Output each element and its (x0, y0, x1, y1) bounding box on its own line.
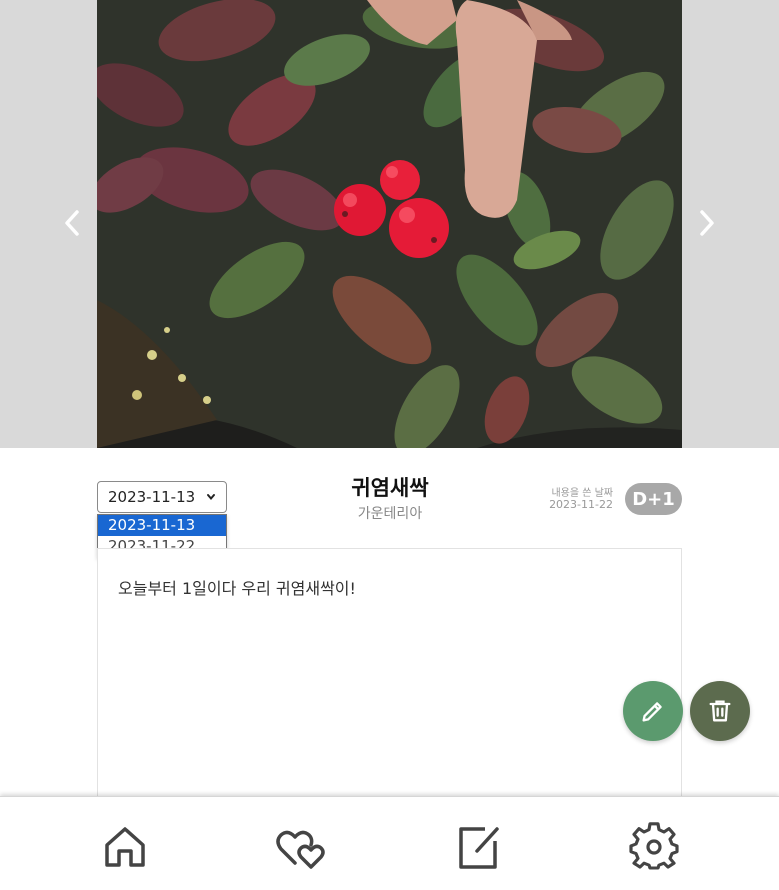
nav-home[interactable] (97, 819, 153, 875)
carousel-next-button[interactable] (692, 203, 722, 243)
hearts-icon (276, 830, 325, 869)
bottom-navigation (0, 796, 779, 890)
chevron-down-icon (207, 494, 215, 501)
diary-content-text: 오늘부터 1일이다 우리 귀염새싹이! (118, 579, 356, 598)
write-icon (459, 827, 499, 869)
date-option[interactable]: 2023-11-13 (98, 515, 226, 536)
photo-carousel (0, 0, 779, 448)
delete-button[interactable] (690, 681, 750, 741)
carousel-prev-button[interactable] (57, 203, 87, 243)
nav-write[interactable] (449, 819, 505, 875)
plant-nickname: 귀염새싹 (351, 476, 429, 500)
diary-content-card: 오늘부터 1일이다 우리 귀염새싹이! (97, 548, 682, 808)
nav-favorites[interactable] (273, 819, 329, 875)
chevron-right-icon (700, 210, 714, 236)
plant-species: 가운테리아 (357, 506, 423, 522)
plant-photo (97, 0, 682, 448)
written-date-label: 내용을 쓴 날짜 (551, 488, 613, 499)
edit-button[interactable] (623, 681, 683, 741)
trash-icon (709, 700, 731, 722)
nav-settings[interactable] (626, 819, 682, 875)
pencil-icon (642, 702, 662, 722)
date-select[interactable]: 2023-11-13 (97, 481, 227, 513)
chevron-left-icon (65, 210, 79, 236)
home-icon (105, 827, 145, 867)
dday-badge: D+1 (625, 483, 682, 515)
diary-detail-page: 2023-11-13 2023-11-13 2023-11-22 귀염새싹 가운… (0, 0, 779, 890)
settings-icon (629, 822, 679, 870)
date-select-value: 2023-11-13 (108, 488, 196, 506)
written-date-value: 2023-11-22 (549, 498, 613, 511)
